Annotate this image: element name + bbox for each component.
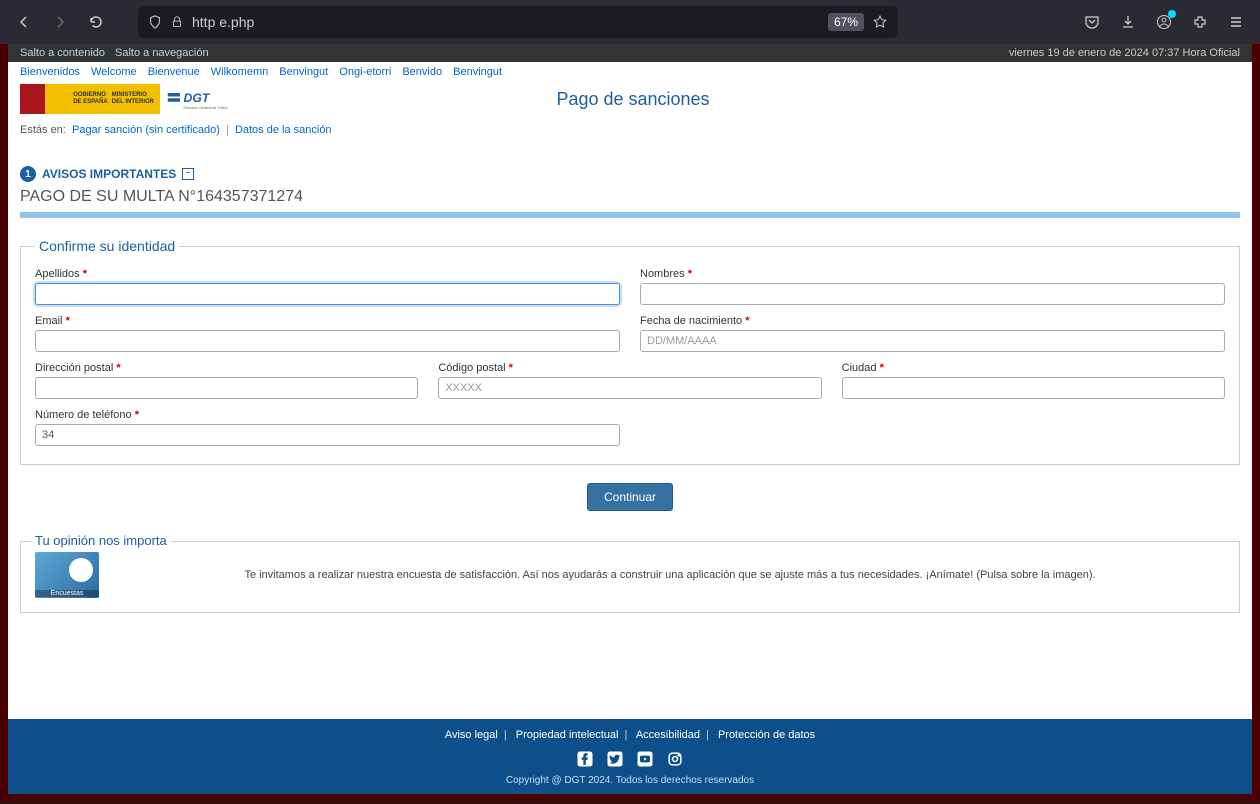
lang-link[interactable]: Benvido [402,66,442,78]
youtube-icon[interactable] [635,749,655,769]
reload-button[interactable] [82,8,110,36]
opinion-box: Tu opinión nos importa Te invitamos a re… [20,541,1240,613]
back-button[interactable] [10,8,38,36]
downloads-icon[interactable] [1114,8,1142,36]
email-label: Email * [35,315,620,327]
skip-content-link[interactable]: Salto a contenido [20,47,105,59]
ciudad-input[interactable] [842,377,1225,399]
footer-link[interactable]: Aviso legal [445,729,498,741]
lang-link[interactable]: Bienvenue [148,66,200,78]
ciudad-label: Ciudad * [842,362,1225,374]
collapse-icon[interactable]: − [182,168,194,180]
lang-link[interactable]: Wilkomemn [211,66,268,78]
logo-gobierno: GOBIERNODE ESPAÑA MINISTERIODEL INTERIOR [20,84,160,114]
url-text: http e.php [192,14,820,30]
skip-nav-link[interactable]: Salto a navegación [115,47,209,59]
fecha-input[interactable] [640,330,1225,352]
divider-bar [20,212,1240,218]
skip-bar: Salto a contenido Salto a navegación vie… [8,44,1252,62]
browser-toolbar: http e.php 67% [0,0,1260,44]
codigo-label: Código postal * [438,362,821,374]
copyright-text: Copyright @ DGT 2024. Todos los derechos… [8,775,1252,786]
header: GOBIERNODE ESPAÑA MINISTERIODEL INTERIOR… [8,82,1252,120]
logo-dgt: DGTDirección General de Tráfico [166,84,236,114]
lang-link[interactable]: Benvingut [279,66,328,78]
footer-link[interactable]: Propiedad intelectual [516,729,619,741]
page-title: Pago de sanciones [236,89,1030,110]
fecha-label: Fecha de nacimiento * [640,315,1225,327]
footer-link[interactable]: Protección de datos [718,729,815,741]
codigo-input[interactable] [438,377,821,399]
lang-link[interactable]: Bienvenidos [20,66,80,78]
breadcrumb: Estás en: Pagar sanción (sin certificado… [8,120,1252,146]
direccion-label: Dirección postal * [35,362,418,374]
footer-link[interactable]: Accesibilidad [636,729,700,741]
apellidos-input[interactable] [35,283,620,305]
continuar-button[interactable]: Continuar [587,483,673,511]
avisos-count-badge: 1 [20,166,36,182]
breadcrumb-prefix: Estás en: [20,124,66,136]
language-bar: Bienvenidos Welcome Bienvenue Wilkomemn … [8,62,1252,82]
telefono-input[interactable] [35,424,620,446]
multa-heading: PAGO DE SU MULTA N°164357371274 [20,188,1240,206]
identity-fieldset: Confirme su identidad Apellidos * Nombre… [20,238,1240,465]
lang-link[interactable]: Ongi-etorri [339,66,391,78]
apellidos-label: Apellidos * [35,268,620,280]
email-input[interactable] [35,330,620,352]
lang-link[interactable]: Welcome [91,66,137,78]
extensions-icon[interactable] [1186,8,1214,36]
identity-legend: Confirme su identidad [35,238,179,254]
facebook-icon[interactable] [575,749,595,769]
bookmark-star-icon[interactable] [872,14,888,30]
survey-image[interactable] [35,552,99,598]
instagram-icon[interactable] [665,749,685,769]
opinion-legend: Tu opinión nos importa [31,533,171,548]
footer: Aviso legal| Propiedad intelectual| Acce… [8,719,1252,794]
pocket-icon[interactable] [1078,8,1106,36]
svg-text:Dirección General de Tráfico: Dirección General de Tráfico [184,106,228,110]
menu-icon[interactable] [1222,8,1250,36]
shield-icon [148,15,162,29]
url-bar[interactable]: http e.php 67% [138,6,898,38]
svg-text:DGT: DGT [184,91,211,105]
twitter-icon[interactable] [605,749,625,769]
account-icon[interactable] [1150,8,1178,36]
forward-button[interactable] [46,8,74,36]
breadcrumb-link-2[interactable]: Datos de la sanción [235,124,332,136]
clock-text: viernes 19 de enero de 2024 07:37 Hora O… [1009,47,1240,59]
telefono-label: Número de teléfono * [35,409,620,421]
nombres-input[interactable] [640,283,1225,305]
zoom-badge[interactable]: 67% [828,13,864,31]
opinion-text: Te invitamos a realizar nuestra encuesta… [115,569,1225,581]
lock-icon [170,15,184,29]
lang-link[interactable]: Benvingut [453,66,502,78]
nombres-label: Nombres * [640,268,1225,280]
direccion-input[interactable] [35,377,418,399]
breadcrumb-link-1[interactable]: Pagar sanción (sin certificado) [72,124,220,136]
avisos-title: AVISOS IMPORTANTES [42,167,176,181]
